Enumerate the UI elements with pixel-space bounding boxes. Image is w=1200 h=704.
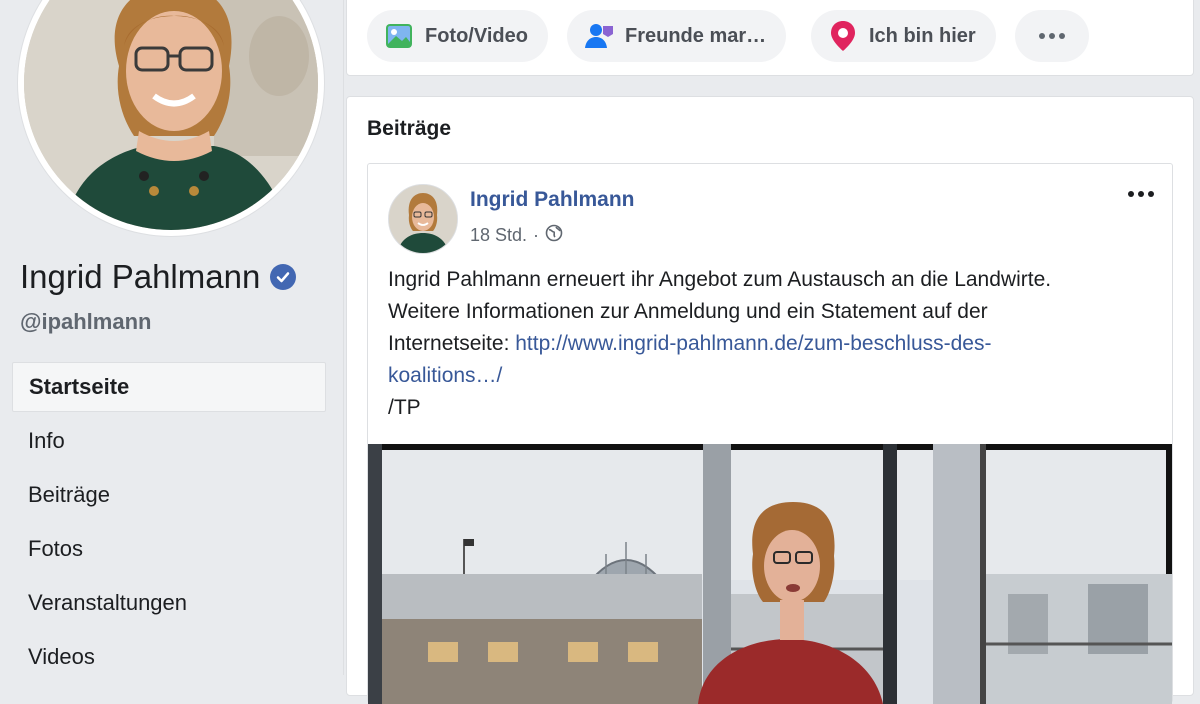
post-link[interactable]: http://www.ingrid-pahlmann.de/zum-beschl… (515, 332, 991, 355)
more-icon (1148, 191, 1154, 197)
sidebar-item-info[interactable]: Info (12, 416, 326, 466)
post-author-avatar[interactable] (388, 184, 458, 254)
posts-heading: Beiträge (367, 117, 452, 140)
posts-section: Beiträge Ingrid Pahlmann 18 Std. · Ingri… (346, 96, 1194, 704)
tag-friends-label: Freunde mar… (625, 24, 767, 47)
post-meta: 18 Std. · (470, 224, 563, 247)
page-name[interactable]: Ingrid Pahlmann (20, 258, 297, 296)
more-icon (1039, 33, 1065, 39)
sidebar-item-beitraege[interactable]: Beiträge (12, 470, 326, 520)
post-link-continued[interactable]: koalitions…/ (388, 364, 502, 387)
post-timestamp[interactable]: 18 Std. (470, 225, 527, 246)
globe-icon (545, 224, 563, 247)
more-icon (1138, 191, 1144, 197)
more-actions-button[interactable] (1015, 10, 1089, 62)
more-icon (1128, 191, 1134, 197)
sidebar-item-label: Info (28, 428, 65, 453)
post-options-button[interactable] (1124, 184, 1158, 204)
sidebar-item-label: Beiträge (28, 482, 110, 507)
sidebar-item-startseite[interactable]: Startseite (12, 362, 326, 412)
profile-picture[interactable] (18, 0, 324, 236)
tag-friends-button[interactable]: Freunde mar… (567, 10, 787, 62)
video-frame (368, 444, 1172, 704)
location-pin-icon (827, 20, 859, 52)
checkin-label: Ich bin hier (869, 24, 976, 47)
sidebar-item-label: Startseite (29, 374, 130, 399)
page-name-text[interactable]: Ingrid Pahlmann (20, 258, 260, 296)
post-author-name[interactable]: Ingrid Pahlmann (470, 188, 635, 212)
verified-badge-icon (270, 264, 297, 290)
profile-photo (24, 0, 318, 230)
post-body: Ingrid Pahlmann erneuert ihr Angebot zum… (388, 264, 1158, 424)
post-text-line: Weitere Informationen zur Anmeldung und … (388, 300, 988, 323)
sidebar-item-label: Fotos (28, 536, 84, 561)
photo-video-icon (383, 20, 415, 52)
page-handle[interactable]: @ipahlmann (20, 309, 151, 335)
post-signature: /TP (388, 396, 421, 419)
column-divider (343, 0, 344, 675)
sidebar-item-fotos[interactable]: Fotos (12, 524, 326, 574)
post-video[interactable] (368, 444, 1172, 704)
composer-actions: Foto/Video Freunde mar… Ich bin hier (346, 0, 1194, 76)
sidebar-item-label: Veranstaltungen (28, 590, 188, 615)
sidebar-item-veranstaltungen[interactable]: Veranstaltungen (12, 578, 326, 628)
sidebar-item-label: Videos (28, 644, 95, 669)
checkin-button[interactable]: Ich bin hier (811, 10, 996, 62)
photo-video-button[interactable]: Foto/Video (367, 10, 548, 62)
post-card: Ingrid Pahlmann 18 Std. · Ingrid Pahlman… (367, 163, 1173, 704)
meta-separator: · (533, 225, 540, 245)
tag-friends-icon (583, 20, 615, 52)
post-text-line: Internetseite: (388, 332, 516, 355)
post-text-line: Ingrid Pahlmann erneuert ihr Angebot zum… (388, 268, 1052, 291)
photo-video-label: Foto/Video (425, 24, 528, 47)
sidebar-nav: Startseite Info Beiträge Fotos Veranstal… (12, 362, 326, 686)
